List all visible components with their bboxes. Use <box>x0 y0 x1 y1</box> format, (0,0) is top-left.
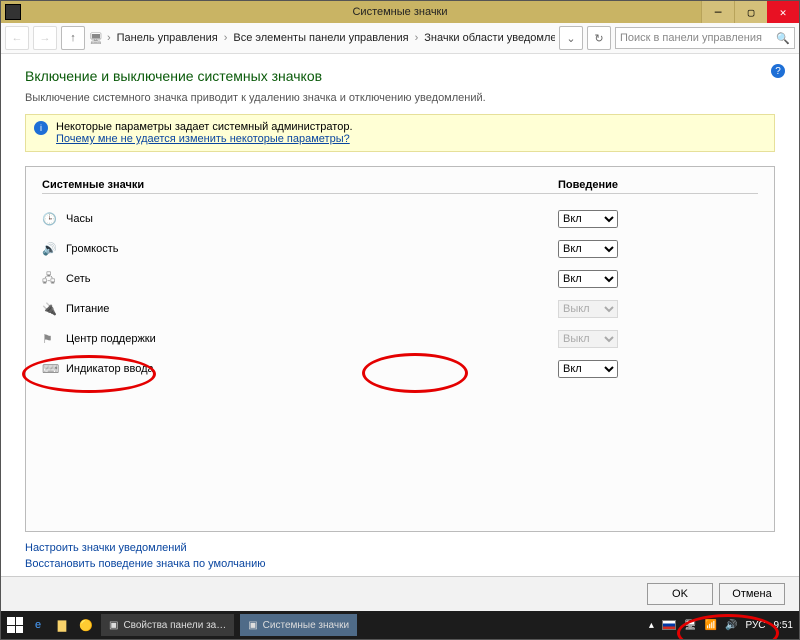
page-description: Выключение системного значка приводит к … <box>25 92 775 104</box>
icons-panel: Системные значки Поведение 🕒ЧасыВклВыкл🔊… <box>25 166 775 532</box>
row-icon: 🖧 <box>42 269 66 290</box>
behavior-select[interactable]: ВклВыкл <box>558 270 618 288</box>
ok-button[interactable]: OK <box>647 583 713 605</box>
dialog-buttons: OK Отмена <box>1 576 799 611</box>
row-label: Индикатор ввода <box>66 363 558 375</box>
row-icon: 🕒 <box>42 212 66 226</box>
column-behavior: Поведение <box>558 179 758 194</box>
content-area: ? Включение и выключение системных значк… <box>1 54 799 576</box>
start-button[interactable] <box>7 617 23 633</box>
page-title: Включение и выключение системных значков <box>25 68 775 84</box>
search-input[interactable]: Поиск в панели управления 🔍 <box>615 27 795 49</box>
tray-chevron-icon[interactable]: ▴ <box>649 620 654 631</box>
banner-text: Некоторые параметры задает системный адм… <box>56 121 353 133</box>
taskbar[interactable]: e ▇ 🟡 ▣ Свойства панели за… ▣ Системные … <box>1 611 799 639</box>
admin-warning-banner: i Некоторые параметры задает системный а… <box>25 114 775 152</box>
taskbar-ie-icon[interactable]: e <box>29 616 47 634</box>
history-dropdown[interactable]: ⌄ <box>559 26 583 50</box>
help-icon[interactable]: ? <box>771 64 785 78</box>
tray-network-icon[interactable]: 📶 <box>705 620 717 631</box>
column-system-icons: Системные значки <box>42 179 558 194</box>
breadcrumb-item[interactable]: Все элементы панели управления <box>231 32 410 44</box>
behavior-select[interactable]: ВклВыкл <box>558 210 618 228</box>
window-icon: ▣ <box>109 620 118 631</box>
restore-defaults-link[interactable]: Восстановить поведение значка по умолчан… <box>25 558 775 570</box>
cancel-button[interactable]: Отмена <box>719 583 785 605</box>
tray-language-indicator[interactable]: РУС <box>746 620 766 631</box>
tray-clock[interactable]: 9:51 <box>774 620 793 631</box>
row-icon: 🔊 <box>42 242 66 256</box>
tray-flag-icon[interactable] <box>662 620 676 630</box>
taskbar-chrome-icon[interactable]: 🟡 <box>77 616 95 634</box>
up-button[interactable]: ↑ <box>61 26 85 50</box>
taskbar-task-properties[interactable]: ▣ Свойства панели за… <box>101 614 234 636</box>
system-tray[interactable]: ▴ 🖥 📶 🔊 РУС 9:51 <box>649 620 793 631</box>
breadcrumb-item[interactable]: Значки области уведомлений <box>422 32 555 44</box>
search-icon: 🔍 <box>776 32 790 45</box>
refresh-button[interactable]: ↻ <box>587 26 611 50</box>
behavior-select: ВклВыкл <box>558 300 618 318</box>
icon-row: 🔊ГромкостьВклВыкл <box>42 234 758 264</box>
control-panel-icon: 🖥 <box>89 32 103 45</box>
icon-row: ⌨Индикатор вводаВклВыкл <box>42 354 758 384</box>
customize-icons-link[interactable]: Настроить значки уведомлений <box>25 542 775 554</box>
row-label: Громкость <box>66 243 558 255</box>
tray-volume-icon[interactable]: 🔊 <box>725 620 737 631</box>
behavior-select: ВклВыкл <box>558 330 618 348</box>
row-label: Центр поддержки <box>66 333 558 345</box>
icon-row: 🖧СетьВклВыкл <box>42 264 758 294</box>
window-title: Системные значки <box>1 6 799 18</box>
tray-monitor-icon[interactable]: 🖥 <box>684 620 697 631</box>
window-icon: ▣ <box>248 620 257 631</box>
info-icon: i <box>34 121 48 135</box>
icon-row: 🕒ЧасыВклВыкл <box>42 204 758 234</box>
row-label: Часы <box>66 213 558 225</box>
titlebar: Системные значки ─ ▢ ✕ <box>1 1 799 23</box>
breadcrumb[interactable]: 🖥 › Панель управления› Все элементы пане… <box>89 32 555 45</box>
behavior-select[interactable]: ВклВыкл <box>558 360 618 378</box>
row-icon: ⌨ <box>42 362 66 376</box>
row-label: Сеть <box>66 273 558 285</box>
taskbar-task-system-icons[interactable]: ▣ Системные значки <box>240 614 357 636</box>
icon-row: 🔌ПитаниеВклВыкл <box>42 294 758 324</box>
search-placeholder: Поиск в панели управления <box>620 32 762 44</box>
row-label: Питание <box>66 303 558 315</box>
forward-button[interactable]: → <box>33 26 57 50</box>
banner-help-link[interactable]: Почему мне не удается изменить некоторые… <box>56 133 350 145</box>
breadcrumb-item[interactable]: Панель управления <box>115 32 220 44</box>
row-icon: ⚑ <box>42 332 66 346</box>
taskbar-explorer-icon[interactable]: ▇ <box>53 616 71 634</box>
back-button[interactable]: ← <box>5 26 29 50</box>
behavior-select[interactable]: ВклВыкл <box>558 240 618 258</box>
icon-row: ⚑Центр поддержкиВклВыкл <box>42 324 758 354</box>
row-icon: 🔌 <box>42 302 66 316</box>
explorer-navbar: ← → ↑ 🖥 › Панель управления› Все элемент… <box>1 23 799 54</box>
